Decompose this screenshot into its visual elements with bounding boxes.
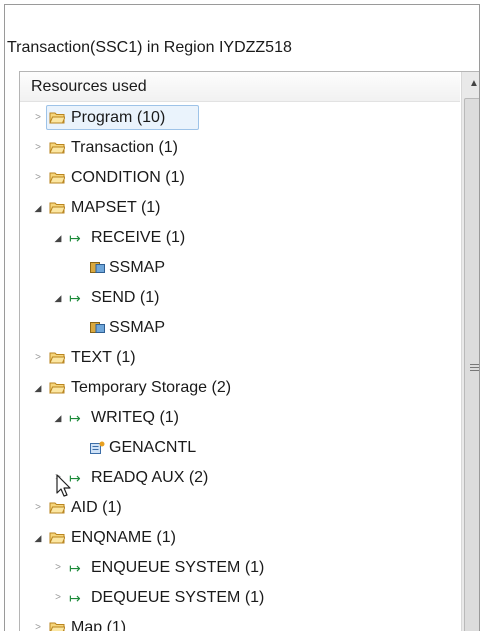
tree-row-send[interactable]: ◢ ↦ SEND (1) (20, 283, 460, 313)
collapse-toggle-icon[interactable]: ◢ (32, 373, 44, 403)
tree-row-label: SSMAP (109, 319, 166, 336)
tree-row-aid[interactable]: > AID (1) (20, 493, 460, 523)
arrow-icon: ↦ (69, 290, 81, 306)
collapse-toggle-icon[interactable]: ◢ (52, 223, 64, 253)
collapse-toggle-icon[interactable]: ◢ (32, 523, 44, 553)
map-icon (90, 313, 105, 333)
tree-row-temporary-storage[interactable]: ◢ Temporary Storage (2) (20, 373, 460, 403)
tree-row-ssmap[interactable]: SSMAP (20, 253, 460, 283)
tree-row-ssmap[interactable]: SSMAP (20, 313, 460, 343)
tree-row-receive[interactable]: ◢ ↦ RECEIVE (1) (20, 223, 460, 253)
tree-row-label: GENACNTL (109, 439, 197, 456)
grip-line (470, 370, 479, 371)
folder-icon (49, 103, 65, 124)
tree-row-writeq[interactable]: ◢ ↦ WRITEQ (1) (20, 403, 460, 433)
collapse-toggle-icon[interactable]: ◢ (52, 283, 64, 313)
tree-row-label: MAPSET (1) (71, 199, 161, 216)
map-icon (90, 253, 105, 273)
tree-row-label: TEXT (1) (71, 349, 136, 366)
tree-row-label: Map (1) (71, 619, 127, 631)
tree-row-condition[interactable]: > CONDITION (1) (20, 163, 460, 193)
expand-toggle-icon[interactable]: > (32, 613, 44, 631)
tree-row-dequeue-system[interactable]: > ↦ DEQUEUE SYSTEM (1) (20, 583, 460, 613)
expand-toggle-icon[interactable]: > (32, 493, 44, 523)
folder-icon (49, 193, 65, 214)
tree-row-readq-aux[interactable]: > ↦ READQ AUX (2) (20, 463, 460, 493)
arrow-icon: ↦ (69, 560, 81, 576)
tree-row-mapset[interactable]: ◢ MAPSET (1) (20, 193, 460, 223)
tree-row-label: Transaction (1) (71, 139, 179, 156)
vertical-scrollbar[interactable]: ▲ (461, 72, 479, 631)
expand-toggle-icon[interactable]: > (52, 583, 64, 613)
tree-row-label: SSMAP (109, 259, 166, 276)
tree-row-label: READQ AUX (2) (91, 469, 209, 486)
folder-icon (49, 613, 65, 631)
collapse-toggle-icon[interactable]: ◢ (52, 403, 64, 433)
expand-toggle-icon[interactable]: > (52, 553, 64, 583)
folder-icon (49, 523, 65, 544)
tree-row-label: ENQNAME (1) (71, 529, 176, 546)
arrow-icon: ↦ (69, 590, 81, 606)
grip-line (470, 364, 479, 365)
resource-tree: > Program (10) > Transaction (1) > CONDI… (20, 103, 460, 631)
resource-tree-panel: Resources used > Program (10) > Transact… (19, 71, 479, 631)
arrow-icon: ↦ (69, 230, 81, 246)
tree-row-label: Program (10) (71, 109, 166, 126)
tree-row-label: ENQUEUE SYSTEM (1) (91, 559, 265, 576)
expand-toggle-icon[interactable]: > (32, 103, 44, 133)
tree-column-header[interactable]: Resources used (20, 72, 460, 102)
tree-row-label: CONDITION (1) (71, 169, 185, 186)
tree-row-program[interactable]: > Program (10) (20, 103, 460, 133)
tree-row-label: WRITEQ (1) (91, 409, 180, 426)
folder-icon (49, 163, 65, 184)
arrow-icon: ↦ (69, 410, 81, 426)
collapse-toggle-icon[interactable]: ◢ (32, 193, 44, 223)
window-title: Transaction(SSC1) in Region IYDZZ518 (7, 39, 292, 56)
queue-icon (90, 433, 105, 454)
tree-row-label: SEND (1) (91, 289, 160, 306)
scroll-up-arrow-icon[interactable]: ▲ (462, 72, 479, 96)
tree-row-transaction[interactable]: > Transaction (1) (20, 133, 460, 163)
tree-row-genacntl[interactable]: GENACNTL (20, 433, 460, 463)
tree-row-label: RECEIVE (1) (91, 229, 186, 246)
folder-icon (49, 373, 65, 394)
expand-toggle-icon[interactable]: > (32, 163, 44, 193)
folder-icon (49, 133, 65, 154)
tree-row-label: Temporary Storage (2) (71, 379, 232, 396)
expand-toggle-icon[interactable]: > (32, 133, 44, 163)
grip-line (470, 367, 479, 368)
tree-row-text[interactable]: > TEXT (1) (20, 343, 460, 373)
expand-toggle-icon[interactable]: > (32, 343, 44, 373)
tree-row-enqueue-system[interactable]: > ↦ ENQUEUE SYSTEM (1) (20, 553, 460, 583)
tree-row-label: AID (1) (71, 499, 122, 516)
tree-row-map[interactable]: > Map (1) (20, 613, 460, 631)
mouse-pointer-icon (56, 474, 72, 503)
folder-icon (49, 343, 65, 364)
resource-window: Transaction(SSC1) in Region IYDZZ518 Res… (4, 4, 480, 631)
tree-row-enqname[interactable]: ◢ ENQNAME (1) (20, 523, 460, 553)
scrollbar-thumb[interactable] (464, 98, 479, 631)
tree-row-label: DEQUEUE SYSTEM (1) (91, 589, 265, 606)
